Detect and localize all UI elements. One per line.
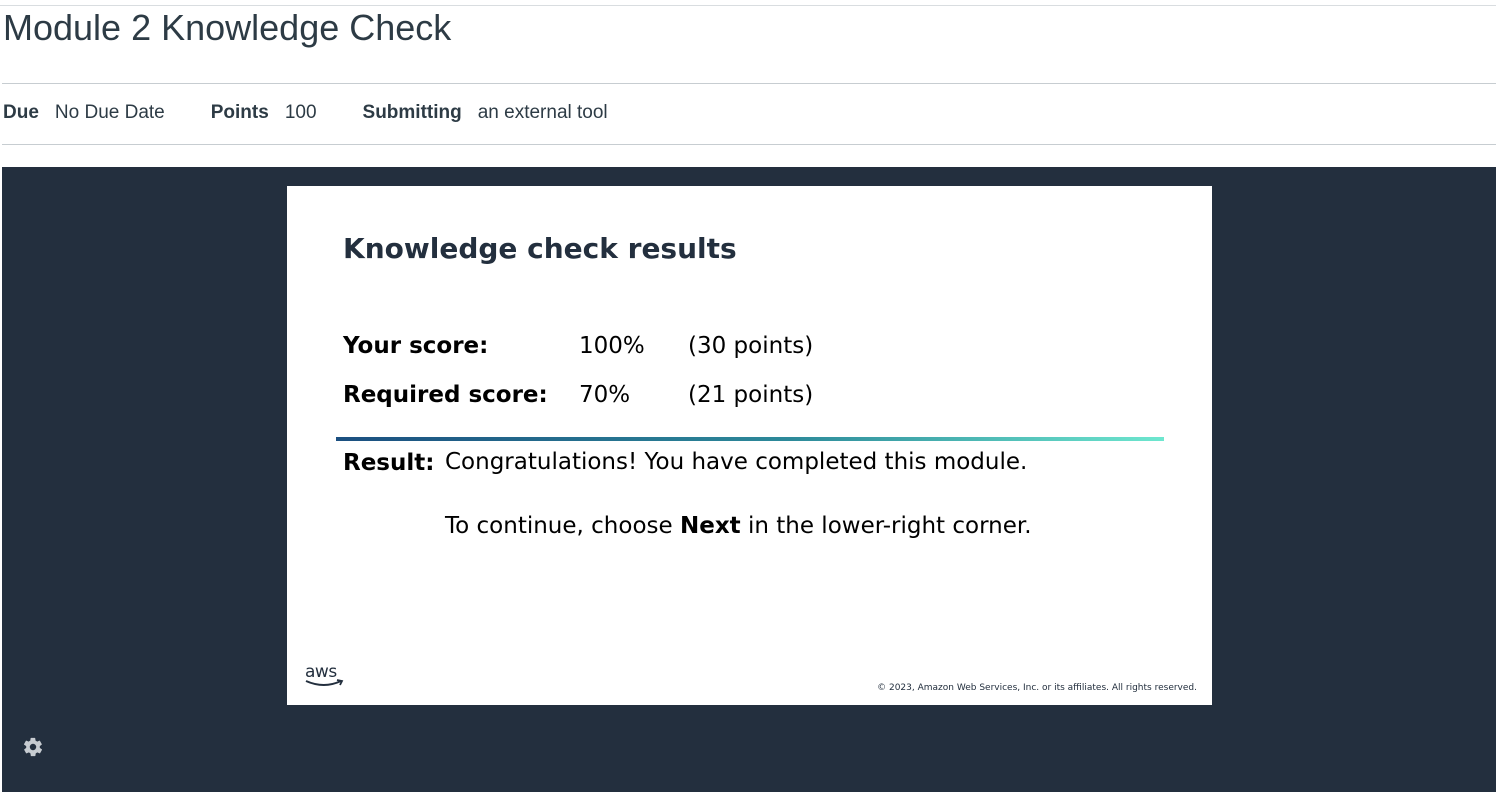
result-divider: [336, 437, 1164, 441]
external-tool-frame[interactable]: Knowledge check results Your score: 100%…: [2, 167, 1496, 792]
details-divider: [2, 144, 1496, 145]
your-score-label: Your score:: [343, 333, 489, 359]
page-title: Module 2 Knowledge Check: [3, 7, 452, 48]
copyright-notice: © 2023, Amazon Web Services, Inc. or its…: [877, 683, 1197, 693]
due-label: Due: [3, 102, 39, 123]
aws-logo: aws: [305, 662, 345, 690]
your-score-percent: 100%: [579, 333, 645, 359]
continue-suffix: in the lower-right corner.: [740, 513, 1032, 539]
continue-next-emphasis: Next: [679, 513, 741, 539]
submitting-label: Submitting: [362, 102, 462, 123]
aws-smile-icon: [305, 679, 344, 686]
continue-prefix: To continue, choose: [445, 513, 680, 539]
assignment-details: Due No Due Date Points 100 Submitting an…: [3, 99, 654, 127]
result-message: Congratulations! You have completed this…: [445, 449, 1028, 475]
required-score-points: (21 points): [688, 382, 814, 408]
continue-instruction: To continue, choose Next in the lower-ri…: [445, 513, 1032, 539]
result-label: Result:: [343, 450, 435, 476]
slide-title: Knowledge check results: [343, 232, 737, 265]
points-value: 100: [284, 102, 317, 123]
due-value: No Due Date: [54, 102, 165, 123]
title-divider: [2, 83, 1496, 84]
submitting-value: an external tool: [477, 102, 608, 123]
required-score-label: Required score:: [343, 382, 548, 408]
results-slide: Knowledge check results Your score: 100%…: [287, 186, 1212, 705]
required-score-percent: 70%: [579, 382, 631, 408]
your-score-points: (30 points): [688, 333, 814, 359]
points-label: Points: [210, 102, 269, 123]
gear-icon[interactable]: [22, 736, 44, 758]
